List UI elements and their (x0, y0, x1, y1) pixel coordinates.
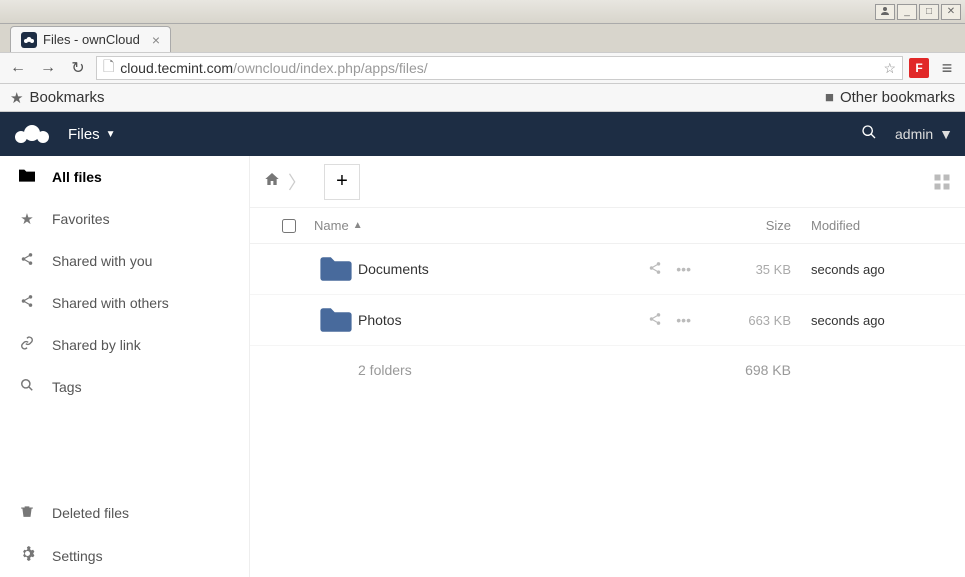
file-name: Documents (358, 261, 611, 277)
reload-button[interactable]: ↻ (66, 56, 90, 80)
url-bar[interactable]: 🗋 cloud.tecmint.com/owncloud/index.php/a… (96, 56, 903, 80)
sort-asc-icon: ▲ (353, 220, 363, 231)
sidebar-item-shared-with-you[interactable]: Shared with you (0, 240, 249, 282)
share-button[interactable] (648, 312, 662, 329)
other-bookmarks[interactable]: ■ Other bookmarks (825, 89, 955, 106)
sidebar-item-label: Tags (52, 379, 82, 395)
owncloud-favicon (21, 32, 37, 48)
file-row[interactable]: Documents ••• 35 KB seconds ago (250, 244, 965, 295)
sidebar-item-shared-with-others[interactable]: Shared with others (0, 282, 249, 324)
sidebar-item-label: Shared by link (52, 337, 141, 353)
url-path: /owncloud/index.php/apps/files/ (233, 60, 428, 76)
url-host: cloud.tecmint.com (120, 60, 233, 76)
sidebar-item-deleted-files[interactable]: Deleted files (0, 492, 249, 534)
trash-icon (18, 504, 36, 522)
flipboard-extension-icon[interactable]: F (909, 58, 929, 78)
app-nav-label: Files (68, 126, 100, 143)
app-header: Files ▼ admin ▼ (0, 112, 965, 156)
breadcrumb-separator: 〉 (288, 169, 306, 195)
select-all-checkbox[interactable] (264, 219, 314, 233)
file-size: 663 KB (691, 313, 811, 328)
search-icon (18, 378, 36, 396)
sidebar-item-all-files[interactable]: All files (0, 156, 249, 198)
site-info-icon: 🗋 (103, 56, 114, 80)
owncloud-logo[interactable] (12, 122, 52, 146)
user-menu[interactable]: admin ▼ (895, 126, 953, 142)
file-list-header: Name ▲ Size Modified (250, 208, 965, 244)
other-bookmarks-label: Other bookmarks (840, 89, 955, 106)
folder-icon: ■ (825, 89, 834, 106)
caret-down-icon: ▼ (106, 129, 116, 140)
more-actions-button[interactable]: ••• (676, 312, 691, 329)
breadcrumb-row: 〉 + (250, 156, 965, 208)
minimize-button[interactable]: _ (897, 4, 917, 20)
column-header-size[interactable]: Size (691, 218, 811, 233)
main-panel: 〉 + Name ▲ Size Modified Documents (250, 156, 965, 577)
window-titlebar: _ □ ✕ (0, 0, 965, 24)
folder-icon (314, 256, 358, 282)
sidebar-item-shared-by-link[interactable]: Shared by link (0, 324, 249, 366)
browser-menu-button[interactable]: ≡ (935, 56, 959, 80)
view-toggle-grid[interactable] (933, 173, 951, 191)
column-header-modified[interactable]: Modified (811, 218, 951, 233)
close-tab-button[interactable]: × (152, 32, 160, 48)
file-list-summary: 2 folders 698 KB (250, 346, 965, 394)
file-list: Documents ••• 35 KB seconds ago Photos •… (250, 244, 965, 346)
sidebar-item-settings[interactable]: Settings (0, 534, 249, 577)
link-icon (18, 336, 36, 354)
app-nav-dropdown[interactable]: Files ▼ (68, 126, 116, 143)
tab-title: Files - ownCloud (43, 32, 140, 47)
file-name: Photos (358, 312, 611, 328)
browser-tab-strip: Files - ownCloud × (0, 24, 965, 52)
share-button[interactable] (648, 261, 662, 278)
share-icon (18, 294, 36, 312)
browser-tab[interactable]: Files - ownCloud × (10, 26, 171, 52)
sidebar-item-label: All files (52, 169, 102, 185)
caret-down-icon: ▼ (939, 126, 953, 142)
bookmarks-bar: ★ Bookmarks ■ Other bookmarks (0, 84, 965, 112)
share-icon (18, 252, 36, 270)
sidebar-item-label: Favorites (52, 211, 110, 227)
gear-icon (18, 546, 36, 565)
summary-count: 2 folders (358, 362, 691, 378)
breadcrumb-home[interactable] (264, 171, 280, 192)
sidebar-item-favorites[interactable]: ★ Favorites (0, 198, 249, 240)
maximize-button[interactable]: □ (919, 4, 939, 20)
sidebar-item-label: Settings (52, 548, 103, 564)
sidebar-nav: All files ★ Favorites Shared with you Sh… (0, 156, 249, 408)
column-header-name[interactable]: Name ▲ (314, 218, 611, 233)
star-icon: ★ (10, 89, 23, 107)
more-actions-button[interactable]: ••• (676, 261, 691, 278)
sidebar-bottom: Deleted files Settings (0, 492, 249, 577)
bookmark-star-icon[interactable]: ☆ (883, 60, 896, 77)
close-window-button[interactable]: ✕ (941, 4, 961, 20)
content: All files ★ Favorites Shared with you Sh… (0, 156, 965, 577)
folder-icon (18, 168, 36, 186)
search-button[interactable] (861, 124, 877, 145)
bookmarks-label[interactable]: Bookmarks (29, 89, 104, 106)
sidebar-item-label: Shared with you (52, 253, 152, 269)
sidebar-item-tags[interactable]: Tags (0, 366, 249, 408)
star-icon: ★ (18, 210, 36, 228)
back-button[interactable]: ← (6, 56, 30, 80)
user-menu-button[interactable] (875, 4, 895, 20)
file-modified: seconds ago (811, 262, 951, 277)
sidebar-item-label: Deleted files (52, 505, 129, 521)
file-size: 35 KB (691, 262, 811, 277)
sidebar: All files ★ Favorites Shared with you Sh… (0, 156, 250, 577)
new-button[interactable]: + (324, 164, 360, 200)
file-row[interactable]: Photos ••• 663 KB seconds ago (250, 295, 965, 346)
forward-button[interactable]: → (36, 56, 60, 80)
browser-toolbar: ← → ↻ 🗋 cloud.tecmint.com/owncloud/index… (0, 52, 965, 84)
user-name: admin (895, 126, 933, 142)
folder-icon (314, 307, 358, 333)
file-modified: seconds ago (811, 313, 951, 328)
summary-size: 698 KB (691, 362, 811, 378)
sidebar-item-label: Shared with others (52, 295, 169, 311)
